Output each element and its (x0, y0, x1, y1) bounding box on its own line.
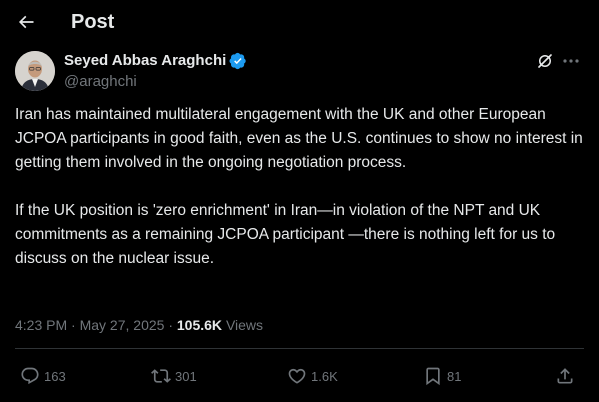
author-handle[interactable]: @araghchi (64, 73, 137, 91)
author-name-text: Seyed Abbas Araghchi (64, 52, 227, 69)
post-page: Post Seyed Abbas Araghchi @araghchi Iran… (0, 0, 599, 402)
arrow-left-icon (18, 15, 34, 29)
avatar[interactable] (15, 51, 55, 91)
post-paragraph: If the UK position is 'zero enrichment' … (15, 202, 556, 267)
verified-badge-icon[interactable] (229, 52, 247, 70)
repost-button[interactable]: 301 (151, 365, 197, 387)
post-paragraph: Iran has maintained multilateral engagem… (15, 106, 583, 171)
post-time[interactable]: 4:23 PM (15, 317, 67, 333)
post-date[interactable]: May 27, 2025 (80, 317, 165, 333)
reply-count: 163 (44, 368, 66, 384)
reply-icon (21, 367, 39, 385)
share-button[interactable] (555, 365, 575, 387)
back-button[interactable] (10, 6, 42, 38)
share-icon (557, 368, 573, 384)
bookmark-count: 81 (447, 368, 462, 384)
profile-photo (15, 51, 55, 91)
meta-separator: · (168, 317, 173, 333)
author-name[interactable]: Seyed Abbas Araghchi (64, 52, 247, 70)
post-meta: 4:23 PM · May 27, 2025 · 105.6K Views (15, 315, 263, 335)
bookmark-icon (426, 367, 440, 386)
views-label: Views (225, 317, 264, 333)
repost-count: 301 (175, 368, 197, 384)
grok-icon (538, 54, 552, 68)
divider (15, 348, 584, 349)
like-count: 1.6K (311, 368, 338, 384)
top-bar: Post (0, 0, 599, 44)
more-icon (563, 59, 579, 63)
views-count: 105.6K (176, 317, 223, 333)
page-title: Post (71, 11, 115, 33)
post-text: Iran has maintained multilateral engagem… (15, 103, 585, 271)
like-button[interactable]: 1.6K (287, 365, 338, 387)
heart-icon (288, 368, 306, 384)
more-options-button[interactable] (560, 51, 582, 71)
meta-separator: · (71, 317, 76, 333)
repost-icon (151, 369, 171, 383)
grok-button[interactable] (535, 51, 555, 71)
reply-button[interactable]: 163 (20, 365, 66, 387)
bookmark-button[interactable]: 81 (423, 365, 461, 387)
